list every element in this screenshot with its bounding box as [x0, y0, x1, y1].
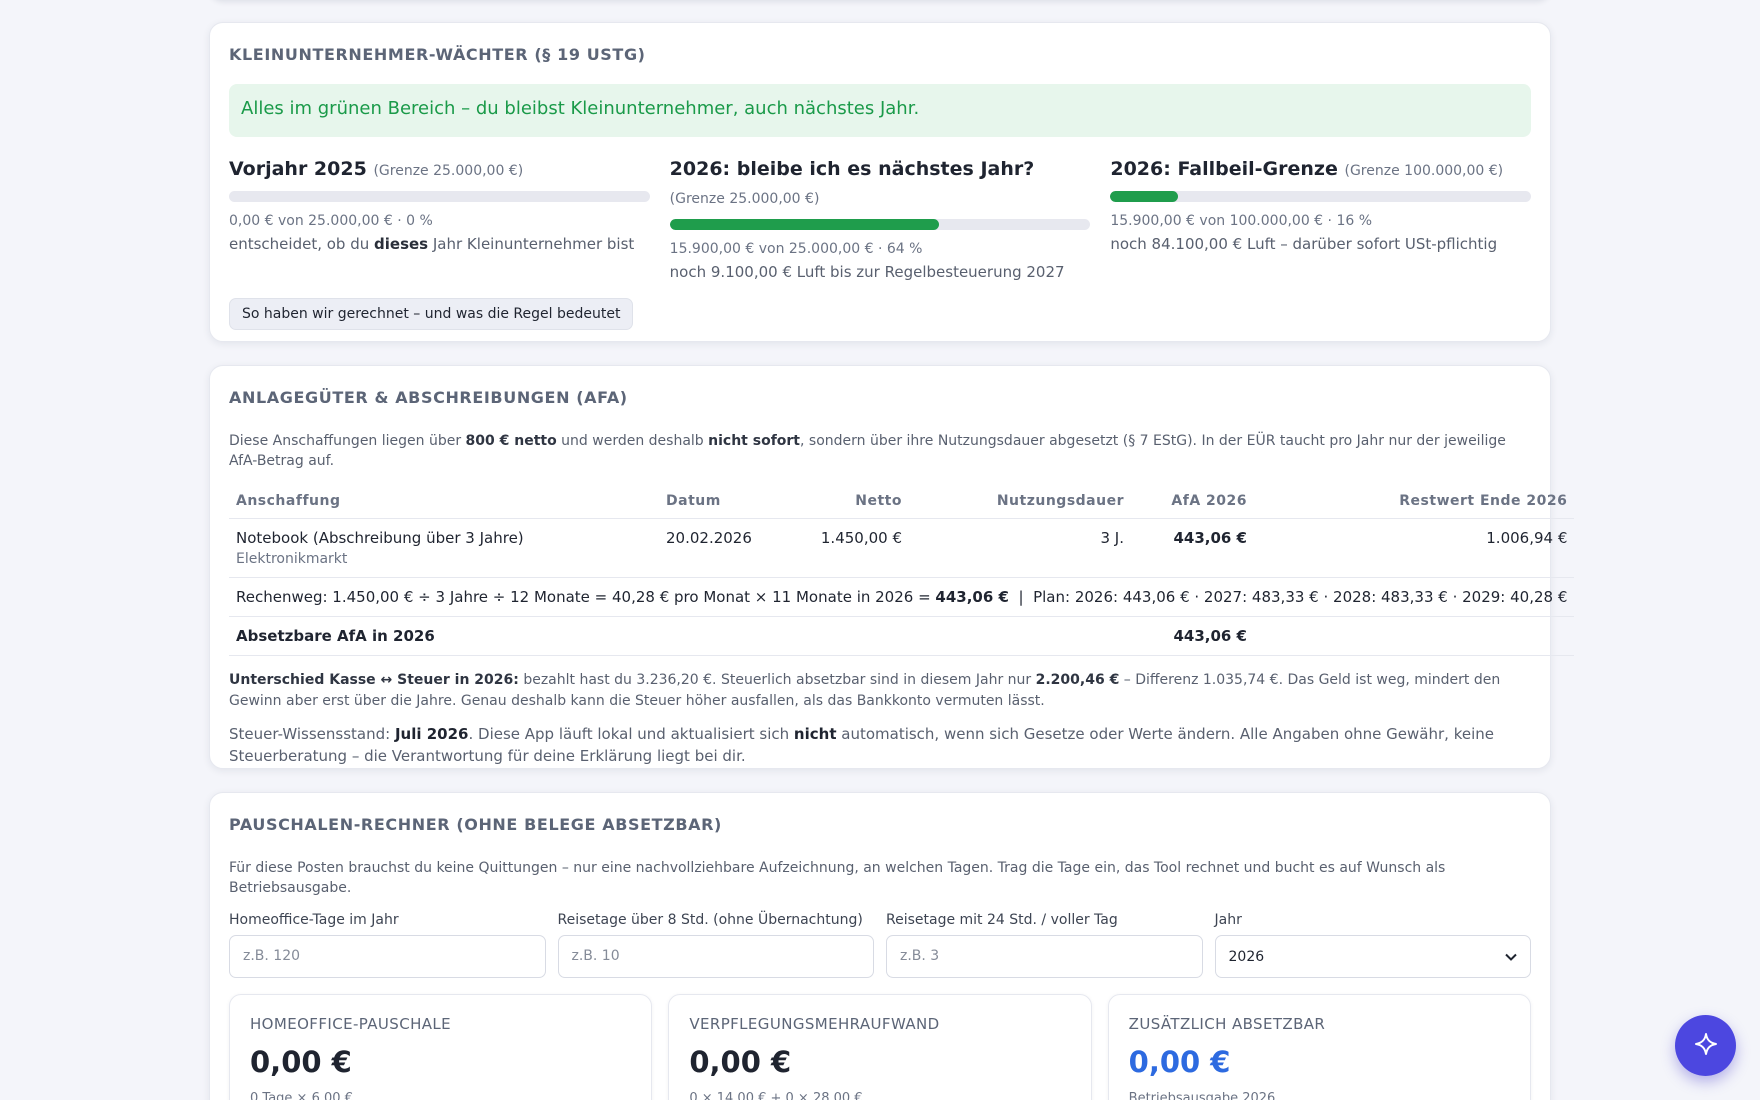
- column-header: Nutzungsdauer: [909, 485, 1131, 519]
- result-value: 0,00 €: [250, 1045, 352, 1079]
- chevron-down-icon: [1505, 950, 1517, 964]
- threshold-limit: (Grenze 100.000,00 €): [1344, 163, 1504, 179]
- sum-value: 443,06 €: [1131, 616, 1254, 656]
- progress-bar: [229, 191, 650, 202]
- asset-residual: 1.006,94 €: [1486, 529, 1568, 547]
- threshold-heading: 2026: Fallbeil-Grenze: [1110, 158, 1338, 180]
- sum-label: Absetzbare AfA in 2026: [229, 616, 1131, 656]
- sparkle-icon: [1694, 1032, 1718, 1060]
- field-label: Homeoffice-Tage im Jahr: [229, 912, 399, 928]
- result-title: Verpflegungsmehraufwand: [689, 1015, 940, 1033]
- travel-24h-input[interactable]: z.B. 3: [886, 935, 1203, 978]
- threshold-heading: 2026: bleibe ich es nächstes Jahr?: [669, 158, 1035, 180]
- homeoffice-days-input[interactable]: z.B. 120: [229, 935, 546, 978]
- result-sub: 0 × 14,00 € + 0 × 28,00 €: [689, 1091, 863, 1100]
- afa-description: Diese Anschaffungen liegen über 800 € ne…: [229, 433, 1506, 469]
- card-title: Anlagegüter & Abschreibungen (AfA): [229, 388, 628, 407]
- afa-table: Anschaffung Datum Netto Nutzungsdauer Af…: [229, 485, 1575, 656]
- assistant-fab-button[interactable]: [1675, 1015, 1736, 1076]
- asset-name: Notebook (Abschreibung über 3 Jahre): [236, 529, 524, 547]
- cash-tax-difference: Unterschied Kasse ↔ Steuer in 2026: beza…: [229, 672, 1501, 709]
- asset-afa: 443,06 €: [1173, 529, 1247, 547]
- table-row: Notebook (Abschreibung über 3 Jahre) Elek…: [229, 519, 1574, 578]
- column-header: AfA 2026: [1131, 485, 1254, 519]
- threshold-note: noch 84.100,00 € Luft – darüber sofort U…: [1110, 235, 1498, 253]
- threshold-note: entscheidet, ob du dieses Jahr Kleinunte…: [229, 235, 635, 253]
- result-cards: Homeoffice-Pauschale 0,00 € 0 Tage × 6,0…: [229, 994, 1531, 1100]
- result-title: Homeoffice-Pauschale: [250, 1015, 452, 1033]
- table-header-row: Anschaffung Datum Netto Nutzungsdauer Af…: [229, 485, 1575, 519]
- amount-line: 0,00 € von 25.000,00 € · 0 %: [229, 213, 433, 229]
- result-sub: 0 Tage × 6,00 €: [250, 1091, 353, 1100]
- asset-duration: 3 J.: [1100, 529, 1124, 547]
- threshold-prev-year: Vorjahr 2025 (Grenze 25.000,00 €) 0,00 €…: [229, 155, 650, 284]
- field-label: Reisetage mit 24 Std. / voller Tag: [886, 912, 1118, 928]
- threshold-note: noch 9.100,00 € Luft bis zur Regelbesteu…: [669, 263, 1065, 281]
- tax-knowledge-disclaimer: Steuer-Wissensstand: Juli 2026. Diese Ap…: [229, 725, 1494, 765]
- input-fields: Homeoffice-Tage im Jahr z.B. 120 Reiseta…: [229, 912, 1531, 978]
- field-label: Jahr: [1214, 912, 1242, 928]
- asset-net: 1.450,00 €: [820, 529, 902, 547]
- result-sub: Betriebsausgabe 2026: [1128, 1091, 1276, 1100]
- result-homeoffice: Homeoffice-Pauschale 0,00 € 0 Tage × 6,0…: [229, 994, 653, 1100]
- pauschalen-card: Pauschalen-Rechner (ohne Belege absetzba…: [209, 792, 1551, 1100]
- calculation-row: Rechenweg: 1.450,00 € ÷ 3 Jahre ÷ 12 Mon…: [229, 577, 1575, 617]
- kleinunternehmer-card: Kleinunternehmer-Wächter (§ 19 UStG) All…: [209, 22, 1551, 342]
- result-meals: Verpflegungsmehraufwand 0,00 € 0 × 14,00…: [668, 994, 1092, 1100]
- travel-8h-input[interactable]: z.B. 10: [557, 935, 874, 978]
- result-total: Zusätzlich absetzbar 0,00 € Betriebsausg…: [1107, 994, 1531, 1100]
- year-select[interactable]: 2026: [1214, 935, 1531, 978]
- sum-row: Absetzbare AfA in 2026 443,06 €: [229, 616, 1575, 656]
- progress-fill: [1110, 191, 1178, 202]
- threshold-columns: Vorjahr 2025 (Grenze 25.000,00 €) 0,00 €…: [229, 155, 1532, 284]
- result-title: Zusätzlich absetzbar: [1128, 1015, 1326, 1033]
- progress-fill: [669, 219, 939, 230]
- explain-calculation-button[interactable]: So haben wir gerechnet – und was die Reg…: [229, 298, 634, 330]
- card-title: Kleinunternehmer-Wächter (§ 19 UStG): [229, 45, 646, 64]
- progress-bar: [1110, 191, 1532, 202]
- column-header: Restwert Ende 2026: [1254, 485, 1575, 519]
- asset-vendor: Elektronikmarkt: [236, 551, 348, 567]
- threshold-guillotine: 2026: Fallbeil-Grenze (Grenze 100.000,00…: [1110, 155, 1532, 284]
- threshold-next-year: 2026: bleibe ich es nächstes Jahr? (Gren…: [669, 155, 1091, 284]
- result-value: 0,00 €: [689, 1045, 792, 1079]
- asset-date: 20.02.2026: [666, 529, 752, 547]
- column-header: Netto: [769, 485, 909, 519]
- card-title: Pauschalen-Rechner (ohne Belege absetzba…: [229, 815, 722, 834]
- column-header: Datum: [659, 485, 769, 519]
- amount-line: 15.900,00 € von 25.000,00 € · 64 %: [669, 241, 923, 257]
- field-label: Reisetage über 8 Std. (ohne Übernachtung…: [557, 912, 863, 928]
- threshold-limit: (Grenze 25.000,00 €): [373, 163, 524, 179]
- threshold-limit: (Grenze 25.000,00 €): [669, 191, 820, 207]
- progress-bar: [669, 219, 1091, 230]
- column-header: Anschaffung: [229, 485, 659, 519]
- afa-card: Anlagegüter & Abschreibungen (AfA) Diese…: [209, 365, 1575, 769]
- result-value: 0,00 €: [1128, 1045, 1231, 1079]
- year-value: 2026: [1228, 948, 1265, 965]
- amount-line: 15.900,00 € von 100.000,00 € · 16 %: [1110, 213, 1373, 229]
- pauschalen-description: Für diese Posten brauchst du keine Quitt…: [229, 860, 1446, 896]
- status-alert: Alles im grünen Bereich – du bleibst Kle…: [229, 84, 1531, 137]
- threshold-heading: Vorjahr 2025: [229, 158, 367, 180]
